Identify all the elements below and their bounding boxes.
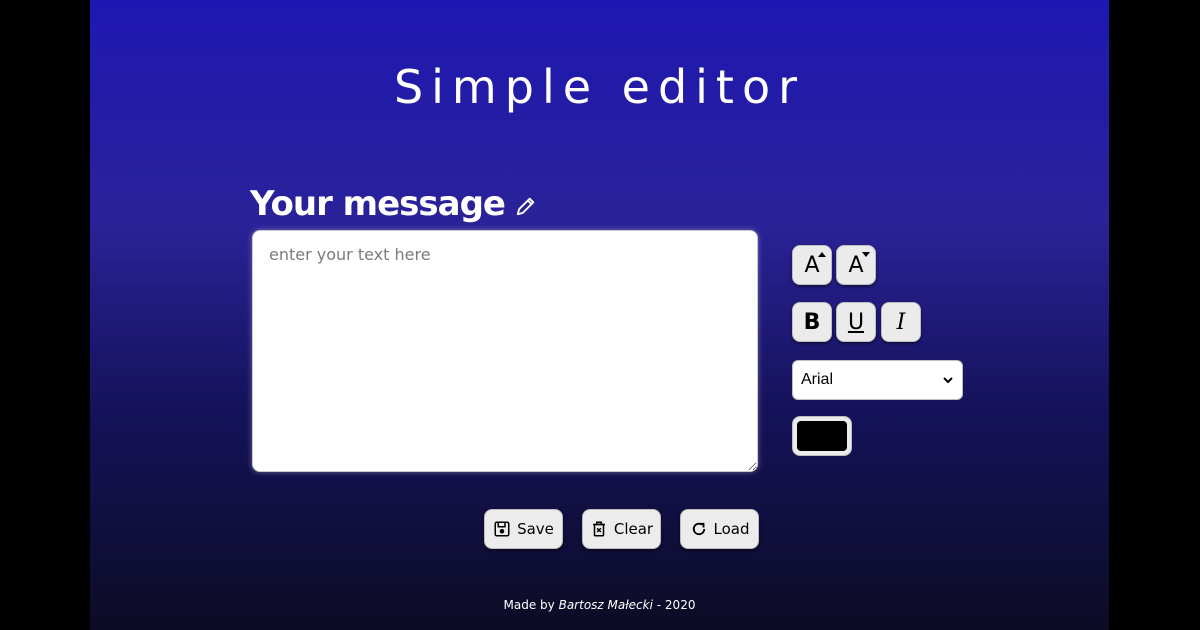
color-swatch-fill [797, 421, 847, 451]
font-size-increase-button[interactable]: A [792, 245, 832, 285]
page-title: Simple editor [393, 60, 806, 114]
bold-label: B [803, 309, 821, 335]
floppy-disk-icon [494, 521, 510, 537]
clear-label: Clear [613, 520, 654, 538]
caret-up-icon [818, 252, 826, 257]
underline-button[interactable]: U [836, 302, 876, 342]
save-label: Save [517, 520, 554, 538]
message-label-text: Your message [250, 184, 506, 224]
load-label: Load [713, 520, 750, 538]
bold-button[interactable]: B [792, 302, 832, 342]
font-family-select[interactable]: Arial [792, 360, 963, 400]
caret-down-icon [862, 252, 870, 257]
footer: Made by Bartosz Małecki - 2020 [90, 598, 1109, 612]
trash-icon [592, 521, 605, 537]
italic-label: I [896, 309, 906, 335]
load-button[interactable]: Load [680, 509, 759, 549]
text-color-picker[interactable] [792, 416, 852, 456]
footer-prefix: Made by [503, 598, 555, 612]
message-label: Your message [250, 184, 537, 224]
right-letterbox [1109, 0, 1200, 630]
message-textarea[interactable] [252, 230, 758, 472]
reload-icon [692, 522, 705, 536]
save-button[interactable]: Save [484, 509, 563, 549]
clear-button[interactable]: Clear [582, 509, 661, 549]
footer-suffix: - 2020 [656, 598, 696, 612]
editor-page: Simple editor Your message A A B U I Ari… [90, 0, 1109, 630]
chevron-down-icon [943, 377, 953, 384]
underline-label: U [847, 309, 865, 335]
pencil-icon [516, 197, 535, 216]
italic-button[interactable]: I [881, 302, 921, 342]
left-letterbox [0, 0, 90, 630]
font-family-value: Arial [801, 371, 834, 388]
footer-author[interactable]: Bartosz Małecki [559, 598, 653, 612]
font-size-decrease-button[interactable]: A [836, 245, 876, 285]
